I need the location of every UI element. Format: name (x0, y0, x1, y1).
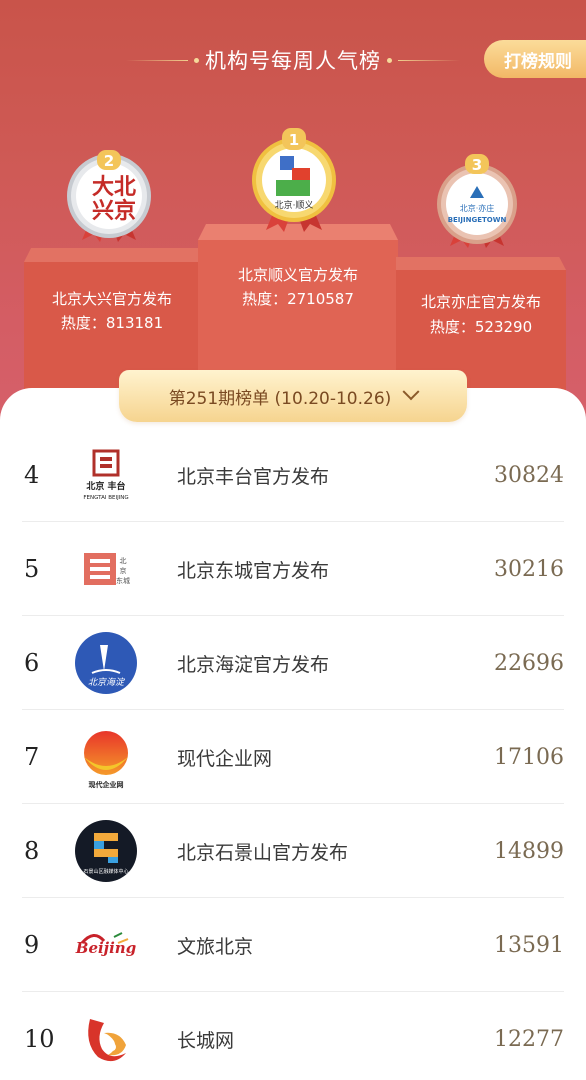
list-item[interactable]: 5 北 京 东城 北京东城官方发布 30216 (0, 522, 586, 616)
list-name: 北京丰台官方发布 (177, 465, 330, 488)
list-score: 12277 (494, 1026, 564, 1052)
list-item[interactable]: 10 长城网 12277 (0, 992, 586, 1080)
list-score: 22696 (494, 650, 564, 676)
medal-silver-icon: 大 北 兴 京 2 (67, 150, 151, 242)
medal-2-rank: 2 (104, 152, 114, 170)
svg-text:石景山区融媒体中心: 石景山区融媒体中心 (83, 868, 128, 875)
list-item[interactable]: 6 北京海淀 北京海淀官方发布 22696 (0, 616, 586, 710)
list-score: 14899 (494, 838, 564, 864)
chevron-down-icon (402, 383, 420, 401)
rules-button[interactable]: 打榜规则 (484, 40, 586, 78)
list-rank: 9 (24, 931, 40, 959)
list-name: 文旅北京 (177, 935, 254, 958)
medal-gold-icon: 北京·顺义 1 (252, 128, 336, 232)
medal-3-rank: 3 (472, 156, 482, 174)
list-name: 北京石景山官方发布 (177, 841, 349, 864)
list-name: 现代企业网 (177, 747, 273, 770)
svg-text:现代企业网: 现代企业网 (89, 780, 124, 789)
list-score: 30216 (494, 556, 564, 582)
great-wall-logo-icon (88, 1019, 126, 1062)
svg-text:北: 北 (120, 557, 127, 565)
list-score: 30824 (494, 462, 564, 488)
svg-text:北京·亦庄: 北京·亦庄 (460, 203, 495, 213)
svg-text:京: 京 (114, 198, 136, 224)
fengtai-logo-icon: 北京 丰台 FENGTAI BEIJING (83, 449, 129, 501)
list-name: 长城网 (177, 1029, 235, 1052)
svg-text:北京 丰台: 北京 丰台 (86, 480, 125, 492)
list-rank: 7 (24, 743, 40, 771)
period-selector[interactable]: 第251期榜单 (10.20-10.26) (119, 370, 467, 422)
svg-text:北京海淀: 北京海淀 (88, 677, 126, 688)
modern-enterprise-logo-icon: 现代企业网 (84, 731, 128, 789)
shijingshan-logo-icon: 石景山区融媒体中心 (75, 820, 137, 882)
medal-1-rank: 1 (289, 131, 299, 149)
list-score: 13591 (494, 932, 564, 958)
svg-text:北京·顺义: 北京·顺义 (275, 199, 314, 211)
svg-text:FENGTAI BEIJING: FENGTAI BEIJING (83, 495, 128, 501)
podium-2-heat: 热度：813181 (60, 314, 164, 332)
page-title: 机构号每周人气榜 (205, 49, 381, 73)
list-name: 北京东城官方发布 (177, 559, 330, 582)
list-score: 17106 (494, 744, 564, 770)
list-name: 北京海淀官方发布 (177, 653, 330, 676)
svg-text:东城: 东城 (116, 576, 130, 585)
haidian-logo-icon: 北京海淀 (75, 632, 137, 694)
podium-3-top (396, 257, 566, 270)
podium-1-heat: 热度：2710587 (242, 290, 354, 308)
podium-1-name: 北京顺义官方发布 (237, 266, 358, 284)
list-item[interactable]: 4 北京 丰台 FENGTAI BEIJING 北京丰台官方发布 30824 (0, 428, 586, 522)
medal-bronze-icon: 北京·亦庄 BEIJINGETOWN 3 (437, 154, 517, 248)
title-dot-left (194, 57, 199, 63)
list-rank: 10 (24, 1025, 55, 1053)
svg-text:BEIJINGETOWN: BEIJINGETOWN (448, 216, 507, 224)
podium-2-name: 北京大兴官方发布 (51, 290, 172, 308)
list-item[interactable]: 7 现代企业网 现代企业网 17106 (0, 710, 586, 804)
culture-tourism-logo-icon: Beijing (75, 932, 136, 957)
list-rank: 5 (24, 555, 40, 583)
title-dot-right (387, 57, 392, 63)
list-rank: 4 (24, 461, 40, 489)
svg-text:Beijing: Beijing (75, 939, 136, 957)
list-item[interactable]: 8 石景山区融媒体中心 北京石景山官方发布 14899 (0, 804, 586, 898)
dongcheng-logo-icon: 北 京 东城 (84, 553, 130, 585)
list-rank: 8 (24, 837, 40, 865)
svg-text:兴: 兴 (92, 198, 114, 224)
period-label: 第251期榜单 (10.20-10.26) (168, 388, 392, 409)
svg-text:京: 京 (120, 566, 127, 575)
svg-text:大: 大 (92, 174, 114, 200)
podium-3-name: 北京亦庄官方发布 (420, 293, 541, 311)
podium-2-top (24, 248, 200, 262)
podium-3-heat: 热度：523290 (429, 318, 533, 336)
title-line-left (126, 59, 188, 61)
list-item[interactable]: 9 Beijing 文旅北京 13591 (0, 898, 586, 992)
list-rank: 6 (24, 649, 40, 677)
leaderboard-hero: 机构号每周人气榜 打榜规则 北京大兴官方发布 热度：813181 北京顺义官方发… (0, 0, 586, 430)
title-line-right (398, 59, 460, 61)
svg-text:北: 北 (114, 174, 136, 200)
